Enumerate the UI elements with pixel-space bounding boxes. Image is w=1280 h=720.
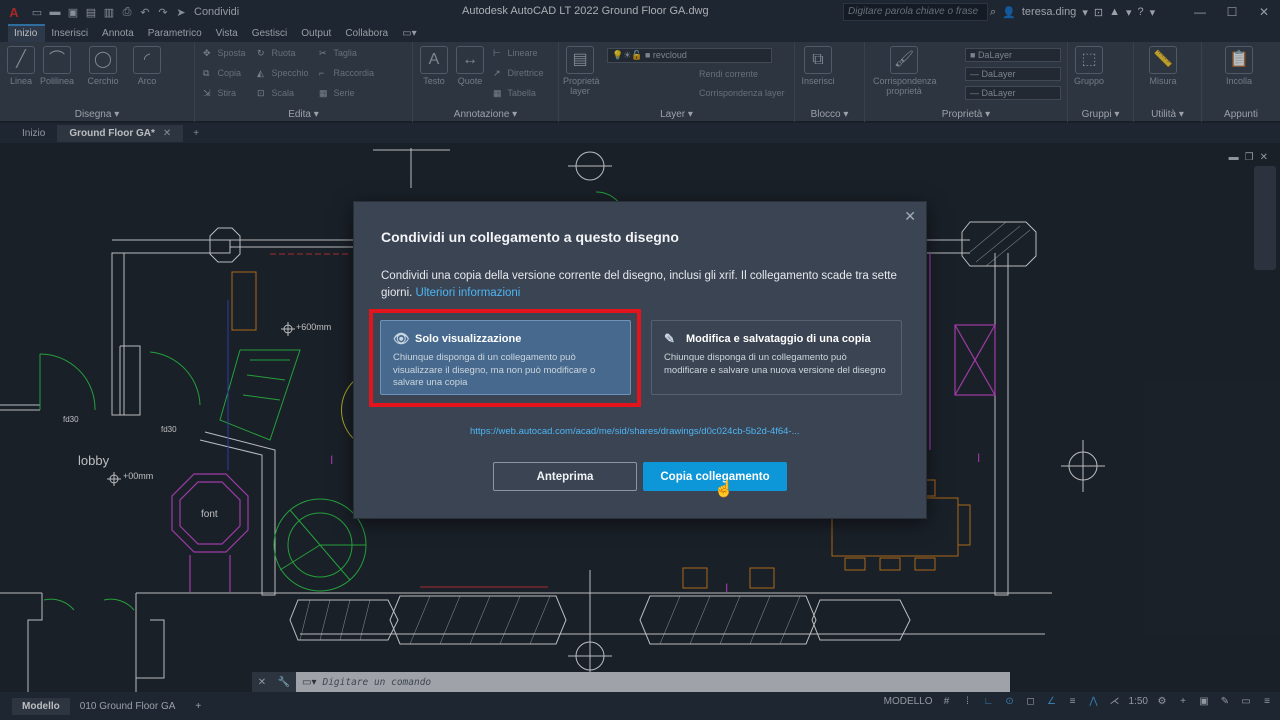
learn-more-link[interactable]: Ulteriori informazioni <box>416 287 521 299</box>
annotation-highlight-box <box>369 309 641 407</box>
edit-save-description: Chiunque disponga di un collegamento può… <box>664 352 886 376</box>
hand-cursor-icon: ☝ <box>714 481 734 498</box>
edit-save-label: Modifica e salvataggio di una copia <box>686 333 871 345</box>
dialog-description: Condividi una copia della versione corre… <box>381 268 906 302</box>
share-url-link[interactable]: https://web.autocad.com/acad/me/sid/shar… <box>470 426 800 437</box>
dialog-title: Condividi un collegamento a questo diseg… <box>381 229 679 245</box>
preview-button[interactable]: Anteprima <box>493 462 637 491</box>
pencil-icon: ✎ <box>664 331 675 346</box>
autocad-window: A ▭ ▬ ▣ ▤ ▥ ⎙ ↶ ↷ ➤ Condividi Autodesk A… <box>0 0 1280 720</box>
close-icon[interactable]: ✕ <box>904 208 916 225</box>
edit-save-option[interactable]: ✎ Modifica e salvataggio di una copia Ch… <box>651 320 902 395</box>
edit-save-title: ✎ Modifica e salvataggio di una copia <box>664 331 889 347</box>
